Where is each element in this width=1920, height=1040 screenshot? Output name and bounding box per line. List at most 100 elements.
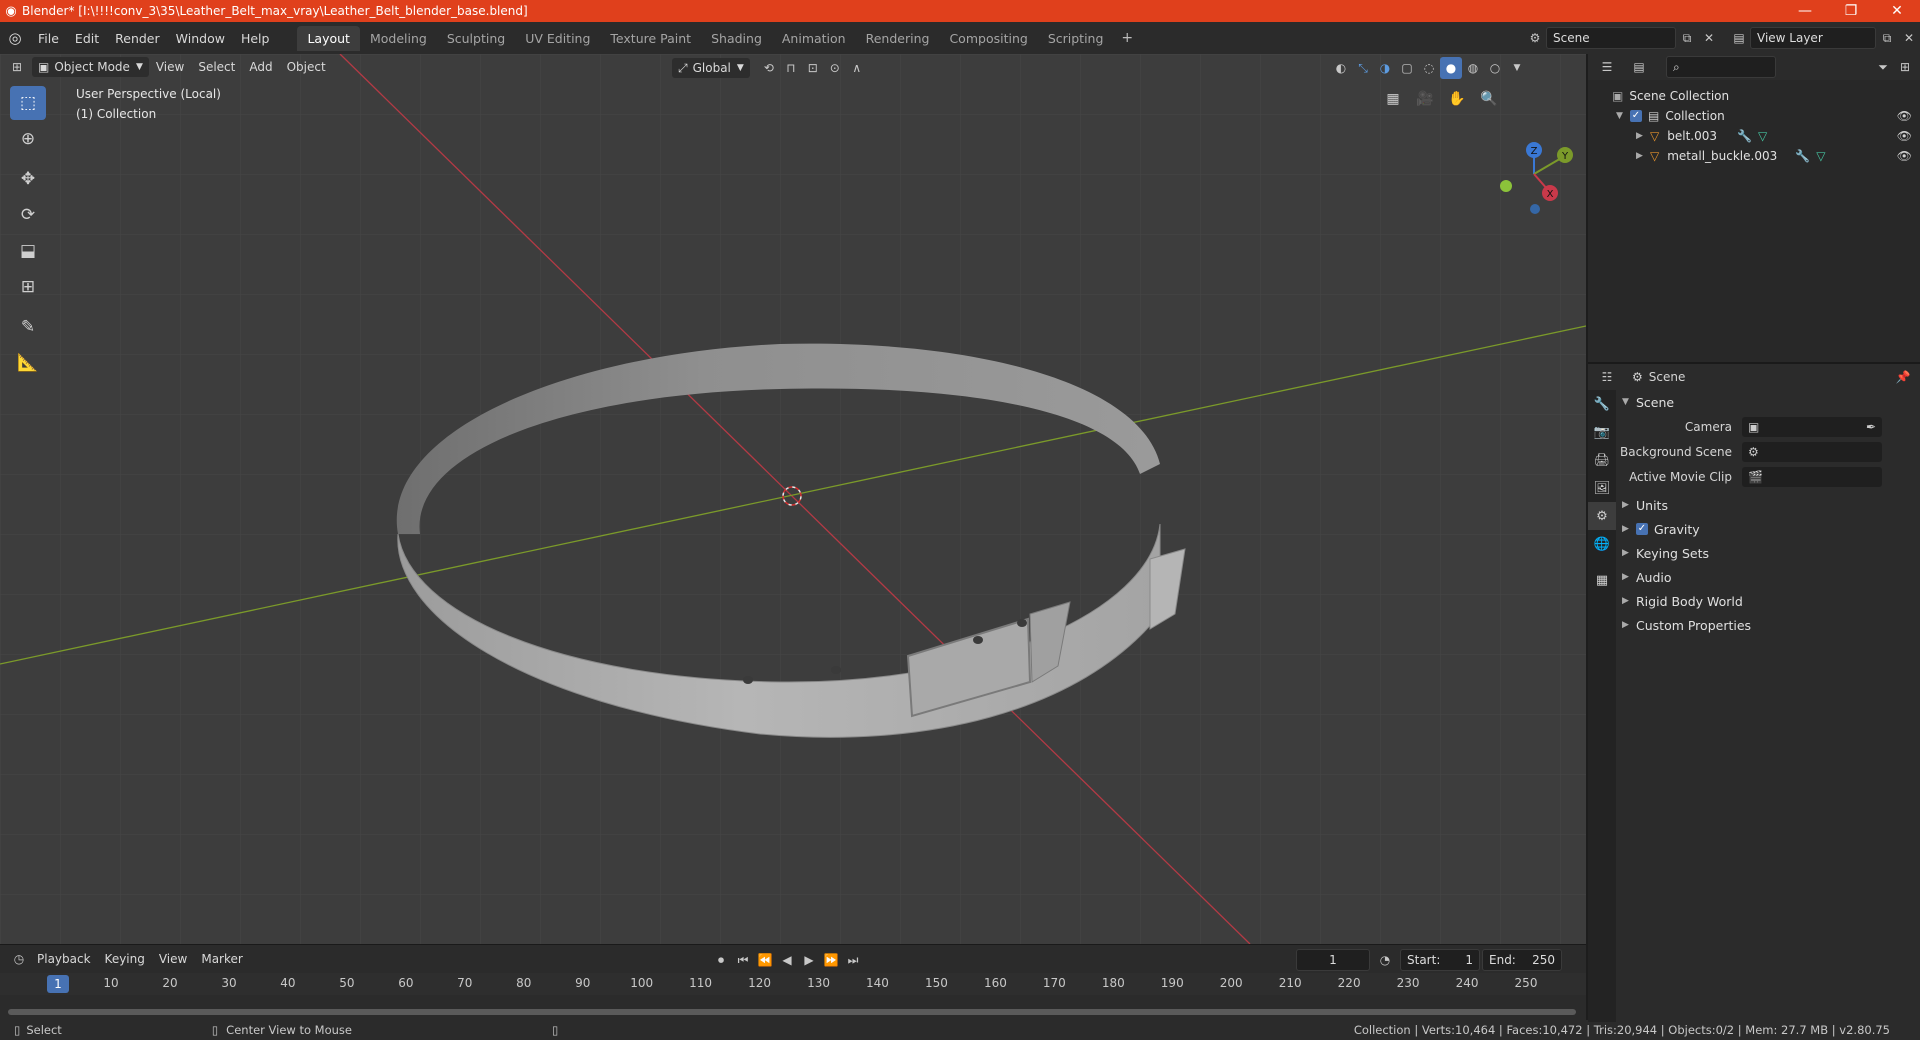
close-button[interactable]: ✕ — [1874, 3, 1920, 19]
viewport-menu-object[interactable]: Object — [280, 60, 333, 74]
next-keyframe-icon[interactable]: ⏩ — [820, 949, 842, 971]
modifier-wrench-icon[interactable]: 🔧 — [1737, 129, 1752, 143]
cursor-tool-icon[interactable]: ⊕ — [10, 122, 46, 156]
solid-shading-icon[interactable]: ● — [1440, 57, 1462, 79]
move-tool-icon[interactable]: ✥ — [10, 162, 46, 196]
end-frame-field[interactable]: End: 250 — [1482, 949, 1562, 971]
snap-target-icon[interactable]: ⊡ — [802, 57, 824, 79]
wireframe-shading-icon[interactable]: ◌ — [1418, 57, 1440, 79]
maximize-button[interactable]: ❐ — [1828, 3, 1874, 19]
timeline-ruler[interactable]: 1 10 20 30 40 50 60 70 80 90 100 110 120 130 140 150 160… — [0, 973, 1586, 995]
play-icon[interactable]: ▶ — [798, 949, 820, 971]
viewport-menu-select[interactable]: Select — [191, 60, 242, 74]
scene-field[interactable]: Scene — [1546, 27, 1676, 49]
material-shading-icon[interactable]: ◍ — [1462, 57, 1484, 79]
xray-icon[interactable]: ▢ — [1396, 57, 1418, 79]
record-icon[interactable]: ⏺ — [710, 949, 732, 971]
render-tab-icon[interactable]: 📷 — [1588, 418, 1616, 446]
pin-icon[interactable]: 📌 — [1892, 366, 1914, 388]
new-view-layer-icon[interactable]: ⧉ — [1876, 27, 1898, 49]
new-scene-icon[interactable]: ⧉ — [1676, 27, 1698, 49]
view-layer-field[interactable]: View Layer — [1750, 27, 1876, 49]
delete-view-layer-icon[interactable]: ✕ — [1898, 27, 1920, 49]
prev-keyframe-icon[interactable]: ⏪ — [754, 949, 776, 971]
rendered-shading-icon[interactable]: ○ — [1484, 57, 1506, 79]
texture-tab-icon[interactable]: ▦ — [1588, 566, 1616, 594]
tab-compositing[interactable]: Compositing — [939, 26, 1037, 51]
pivot-point-icon[interactable]: ⟲ — [758, 57, 780, 79]
outliner-row-collection[interactable]: ▼ ✓ ▤ Collection 👁 — [1588, 106, 1920, 126]
panel-audio[interactable]: ▶ Audio — [1616, 565, 1920, 589]
start-frame-field[interactable]: Start: 1 — [1400, 949, 1480, 971]
rotate-tool-icon[interactable]: ⟳ — [10, 198, 46, 232]
measure-tool-icon[interactable]: 📐 — [10, 346, 46, 380]
filter-icon[interactable]: ⏷ — [1872, 56, 1894, 78]
tab-rendering[interactable]: Rendering — [856, 26, 940, 51]
timeline-editor-icon[interactable]: ◷ — [8, 948, 30, 970]
display-mode-icon[interactable]: ▤ — [1628, 56, 1650, 78]
falloff-icon[interactable]: ∧ — [846, 57, 868, 79]
tool-tab-icon[interactable]: 🔧 — [1588, 390, 1616, 418]
clock-icon[interactable]: ◔ — [1374, 949, 1396, 971]
outliner-row-scene-collection[interactable]: ▣ Scene Collection — [1588, 86, 1920, 106]
timeline-current-frame-marker[interactable]: 1 — [47, 975, 69, 993]
zoom-view-icon[interactable]: 🔍 — [1476, 86, 1502, 112]
collection-checkbox[interactable]: ✓ — [1630, 110, 1642, 122]
play-reverse-icon[interactable]: ◀ — [776, 949, 798, 971]
menu-window[interactable]: Window — [168, 31, 233, 46]
new-collection-icon[interactable]: ⊞ — [1894, 56, 1916, 78]
scene-icon[interactable]: ⚙ — [1524, 27, 1546, 49]
delete-scene-icon[interactable]: ✕ — [1698, 27, 1720, 49]
tab-sculpting[interactable]: Sculpting — [437, 26, 515, 51]
tab-uv-editing[interactable]: UV Editing — [515, 26, 600, 51]
scale-tool-icon[interactable]: ⬓ — [10, 234, 46, 268]
camera-view-icon[interactable]: 🎥 — [1412, 86, 1438, 112]
tab-layout[interactable]: Layout — [297, 25, 360, 51]
minimize-button[interactable]: — — [1782, 3, 1828, 19]
modifier-wrench-icon[interactable]: 🔧 — [1795, 149, 1810, 163]
panel-units[interactable]: ▶ Units — [1616, 493, 1920, 517]
eye-icon[interactable]: 👁 — [1897, 129, 1912, 143]
world-tab-icon[interactable]: 🌐 — [1588, 530, 1616, 558]
timeline-menu-keying[interactable]: Keying — [98, 952, 152, 966]
tab-animation[interactable]: Animation — [772, 26, 856, 51]
mesh-data-icon[interactable]: ▽ — [1758, 129, 1767, 143]
camera-field[interactable]: ▣ ✒ — [1742, 416, 1882, 437]
transform-tool-icon[interactable]: ⊞ — [10, 270, 46, 304]
outliner-editor-icon[interactable]: ☰ — [1596, 56, 1618, 78]
shading-options-icon[interactable]: ▼ — [1506, 57, 1528, 79]
select-box-tool-icon[interactable]: ⬚ — [10, 86, 46, 120]
tab-scripting[interactable]: Scripting — [1038, 26, 1114, 51]
jump-end-icon[interactable]: ⏭ — [842, 949, 864, 971]
snap-icon[interactable]: ⊓ — [780, 57, 802, 79]
editor-type-icon[interactable]: ⊞ — [6, 56, 28, 78]
tab-shading[interactable]: Shading — [701, 26, 772, 51]
timeline-scrollbar[interactable] — [8, 1009, 1576, 1015]
panel-gravity[interactable]: ▶ ✓ Gravity — [1616, 517, 1920, 541]
expand-arrow-icon[interactable]: ▶ — [1636, 151, 1650, 161]
viewport-menu-add[interactable]: Add — [242, 60, 279, 74]
expand-arrow-icon[interactable]: ▶ — [1636, 131, 1650, 141]
transform-orientation-dropdown[interactable]: ⤢ Global ▼ — [672, 58, 750, 78]
menu-render[interactable]: Render — [107, 31, 168, 46]
mode-dropdown[interactable]: ▣ Object Mode ▼ — [32, 57, 149, 77]
mesh-data-icon[interactable]: ▽ — [1816, 149, 1825, 163]
scene-tab-icon[interactable]: ⚙ — [1588, 502, 1616, 530]
menu-file[interactable]: File — [30, 31, 67, 46]
tab-texture-paint[interactable]: Texture Paint — [600, 26, 701, 51]
eye-icon[interactable]: 👁 — [1897, 109, 1912, 123]
panel-custom-properties[interactable]: ▶ Custom Properties — [1616, 613, 1920, 637]
annotate-tool-icon[interactable]: ✎ — [10, 310, 46, 344]
jump-start-icon[interactable]: ⏮ — [732, 949, 754, 971]
panel-rigid-body-world[interactable]: ▶ Rigid Body World — [1616, 589, 1920, 613]
timeline-menu-view[interactable]: View — [152, 952, 194, 966]
outliner-row-belt[interactable]: ▶ ▽ belt.003 🔧 ▽ 👁 — [1588, 126, 1920, 146]
visibility-icon[interactable]: ◐ — [1330, 57, 1352, 79]
add-workspace-button[interactable]: + — [1113, 30, 1141, 46]
timeline-menu-marker[interactable]: Marker — [194, 952, 249, 966]
toggle-ortho-icon[interactable]: ▦ — [1380, 86, 1406, 112]
menu-help[interactable]: Help — [233, 31, 278, 46]
output-tab-icon[interactable]: 🖨 — [1588, 446, 1616, 474]
active-movie-clip-field[interactable]: 🎬 — [1742, 466, 1882, 487]
blender-menu-icon[interactable]: ◎ — [0, 27, 30, 49]
